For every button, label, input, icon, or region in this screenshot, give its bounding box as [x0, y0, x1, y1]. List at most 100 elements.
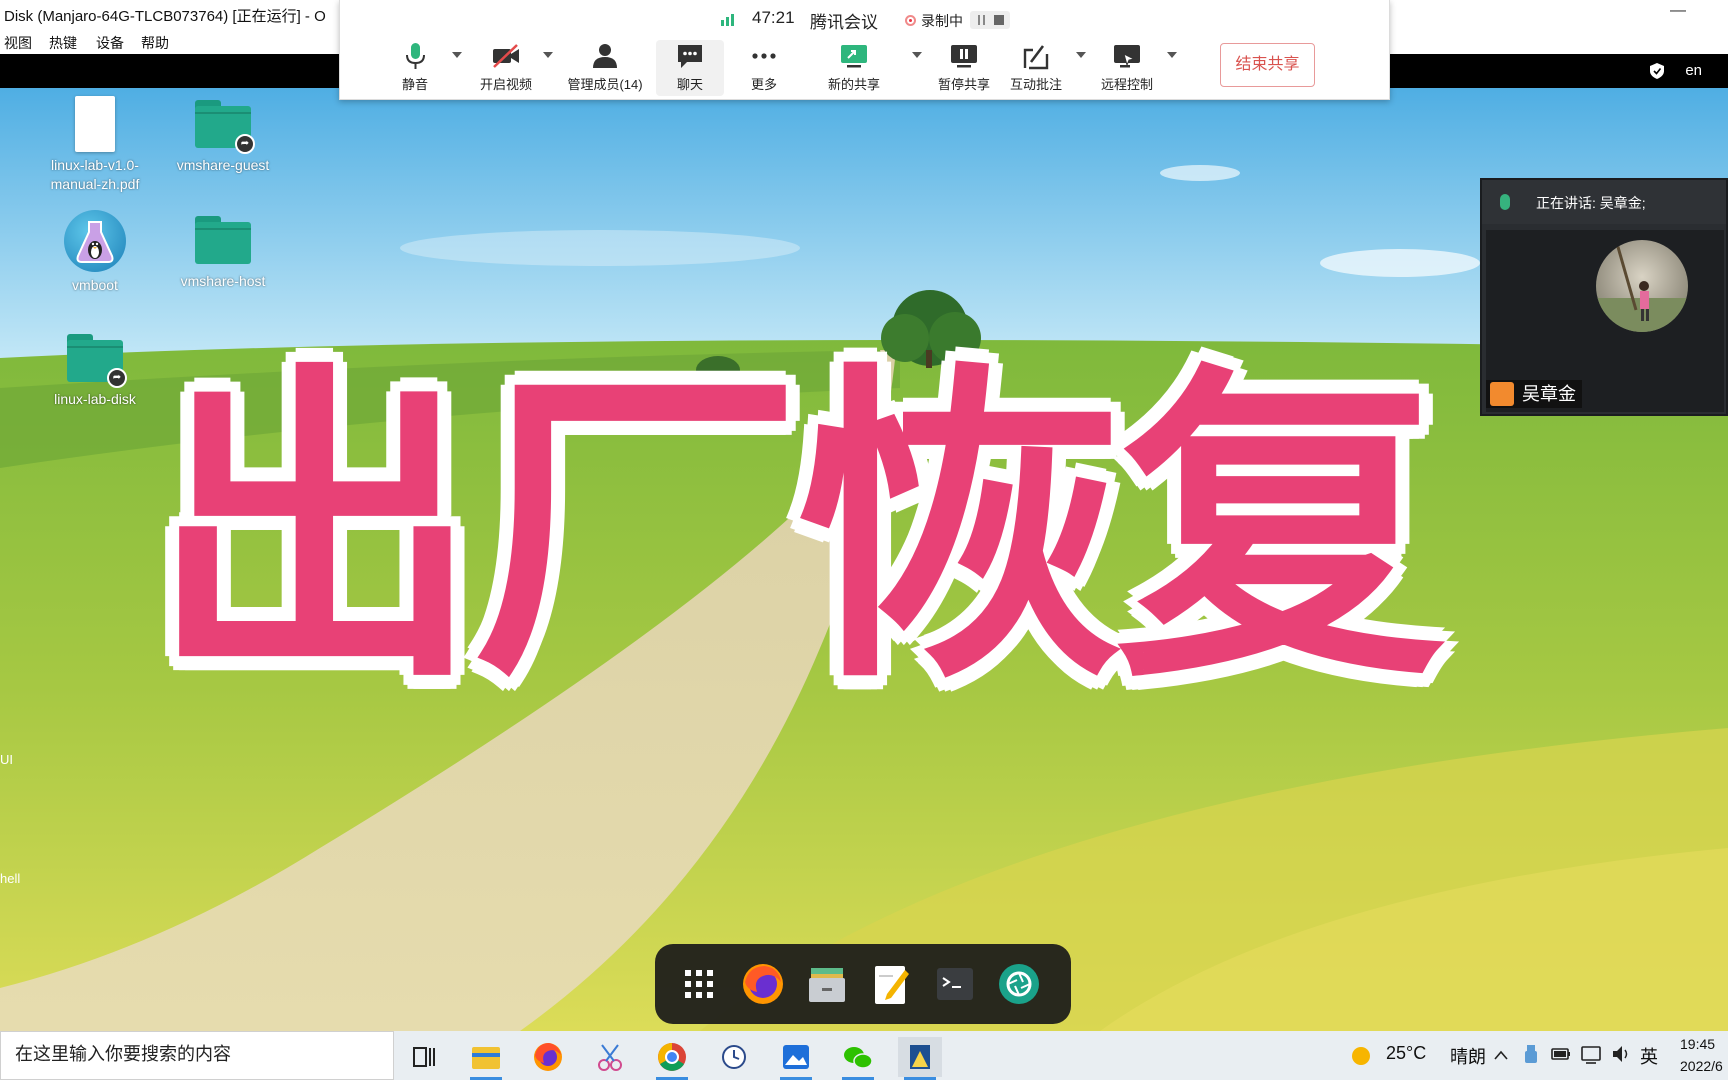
system-clock[interactable]: 19:45 2022/6	[1680, 1033, 1728, 1077]
desktop-icon-manual-pdf[interactable]: linux-lab-v1.0- manual-zh.pdf	[30, 96, 160, 194]
weather-description[interactable]: 晴朗	[1450, 1043, 1486, 1069]
vm-window-title: Disk (Manjaro-64G-TLCB073764) [正在运行] - O	[4, 8, 326, 25]
video-label: 开启视频	[479, 77, 532, 92]
network-icon[interactable]	[1580, 1043, 1602, 1065]
new-share-button[interactable]: 新的共享	[814, 40, 894, 96]
meeting-app-name: 腾讯会议	[810, 13, 878, 32]
search-input[interactable]	[15, 1044, 375, 1065]
speaker-name: 吴章金	[1522, 384, 1576, 404]
recording-icon	[905, 15, 916, 26]
end-share-button[interactable]: 结束共享	[1220, 43, 1315, 87]
desktop-icon-vmboot[interactable]: vmboot	[30, 210, 160, 295]
mute-options-chevron-icon[interactable]	[452, 52, 462, 58]
mute-button[interactable]: 静音	[375, 40, 455, 96]
user-icon	[1490, 382, 1514, 406]
video-off-icon	[493, 44, 519, 68]
battery-icon[interactable]	[1550, 1045, 1572, 1063]
input-method-indicator[interactable]: 英	[1640, 1043, 1658, 1069]
desktop-icon-label: vmboot	[72, 277, 118, 293]
chat-icon	[678, 45, 702, 68]
chat-button[interactable]: 聊天	[656, 40, 724, 96]
apps-grid-icon[interactable]	[675, 960, 723, 1008]
clock-time: 19:45	[1680, 1036, 1716, 1052]
cutoff-icon-label: UI	[0, 752, 13, 767]
annotate-button[interactable]: 互动批注	[996, 40, 1076, 96]
taskbar-search-box[interactable]	[0, 1031, 394, 1080]
overlay-caption: 出厂恢复	[150, 338, 1446, 722]
manage-members-button[interactable]: 管理成员(14)	[560, 40, 650, 96]
speaker-video-tile[interactable]: 吴章金	[1486, 230, 1724, 412]
pause-share-button[interactable]: 暂停共享	[924, 40, 1004, 96]
desktop-icon-linux-lab-disk[interactable]: ➦ linux-lab-disk	[30, 334, 160, 409]
speaker-header: 正在讲话: 吴章金;	[1482, 180, 1726, 224]
firefox-icon[interactable]	[526, 1037, 570, 1077]
virtualbox-icon[interactable]	[898, 1037, 942, 1080]
video-options-chevron-icon[interactable]	[543, 52, 553, 58]
desktop-icon-label: linux-lab-v1.0- manual-zh.pdf	[50, 157, 140, 192]
remote-control-chevron-icon[interactable]	[1167, 52, 1177, 58]
sun-weather-icon	[1352, 1047, 1370, 1065]
chrome-icon[interactable]	[650, 1037, 694, 1080]
remote-control-button[interactable]: 远程控制	[1087, 40, 1167, 96]
flask-penguin-icon	[64, 210, 126, 272]
wechat-icon[interactable]	[836, 1037, 880, 1080]
meeting-timer: 47:21	[752, 8, 795, 27]
more-button[interactable]: 更多	[732, 40, 796, 96]
shared-folder-icon: ➦	[195, 100, 255, 154]
speaking-indicator: 正在讲话: 吴章金;	[1536, 195, 1646, 211]
chevron-up-icon[interactable]	[1493, 1049, 1509, 1061]
menu-hotkeys[interactable]: 热键	[49, 33, 77, 53]
pause-recording-icon[interactable]	[978, 15, 985, 25]
snip-icon[interactable]	[588, 1037, 632, 1077]
meeting-status-row: 47:21 腾讯会议 录制中	[340, 4, 1389, 32]
weather-temperature[interactable]: 25°C	[1386, 1043, 1426, 1064]
shield-icon[interactable]	[1650, 63, 1664, 79]
folder-icon	[195, 216, 251, 264]
pause-share-label: 暂停共享	[937, 77, 990, 92]
active-speaker-panel: 正在讲话: 吴章金; 吴章金	[1480, 178, 1728, 416]
pdf-file-icon	[75, 96, 115, 152]
guest-dock	[655, 944, 1071, 1024]
text-editor-icon[interactable]	[867, 960, 915, 1008]
minimize-button[interactable]: —	[1670, 2, 1686, 20]
speaker-nameplate: 吴章金	[1486, 380, 1582, 408]
mute-label: 静音	[401, 77, 428, 92]
chat-label: 聊天	[676, 77, 703, 92]
share-options-chevron-icon[interactable]	[912, 52, 922, 58]
desktop-icon-vmshare-host[interactable]: vmshare-host	[158, 216, 288, 291]
usb-device-icon[interactable]	[1522, 1043, 1540, 1065]
members-icon	[593, 44, 617, 68]
members-label: 管理成员(14)	[567, 77, 643, 92]
desktop-icon-label: vmshare-host	[180, 273, 266, 289]
avatar	[1596, 240, 1688, 332]
pause-share-icon	[951, 45, 977, 68]
screenshot-icon[interactable]	[995, 960, 1043, 1008]
more-dots-icon	[752, 53, 776, 59]
terminal-icon[interactable]	[931, 960, 979, 1008]
clock-app-icon[interactable]	[712, 1037, 756, 1077]
keyboard-layout-indicator[interactable]: en	[1685, 62, 1702, 79]
meeting-toolbar: 47:21 腾讯会议 录制中 静音 开启视频 管理成员(14) 聊天 更多 新的…	[339, 0, 1390, 100]
file-manager-icon[interactable]	[803, 960, 851, 1008]
annotate-label: 互动批注	[1009, 77, 1062, 92]
share-screen-icon	[841, 45, 867, 68]
photos-icon[interactable]	[774, 1037, 818, 1080]
menu-view[interactable]: 视图	[4, 33, 32, 53]
volume-icon[interactable]	[1610, 1043, 1632, 1065]
desktop-icon-vmshare-guest[interactable]: ➦ vmshare-guest	[158, 100, 288, 175]
remote-control-label: 远程控制	[1100, 77, 1153, 92]
desktop-icon-label: vmshare-guest	[176, 157, 270, 173]
annotate-options-chevron-icon[interactable]	[1076, 52, 1086, 58]
firefox-icon[interactable]	[739, 960, 787, 1008]
microphone-icon	[406, 43, 425, 69]
stop-recording-icon[interactable]	[994, 15, 1004, 25]
menu-devices[interactable]: 设备	[96, 33, 124, 53]
microphone-icon	[1500, 194, 1510, 210]
file-explorer-icon[interactable]	[464, 1037, 508, 1080]
task-view-icon[interactable]	[402, 1037, 446, 1077]
menu-help[interactable]: 帮助	[141, 33, 169, 53]
desktop-icon-label: linux-lab-disk	[54, 391, 136, 407]
shared-folder-icon: ➦	[67, 334, 127, 388]
start-video-button[interactable]: 开启视频	[466, 40, 546, 96]
clock-date: 2022/6	[1680, 1058, 1723, 1074]
